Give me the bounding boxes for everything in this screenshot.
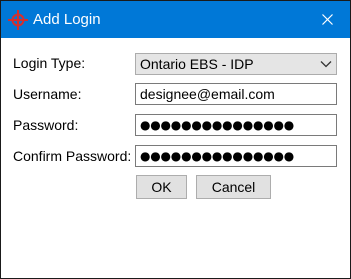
add-login-dialog: Add Login Login Type: Ontario EBS - IDP … [0, 0, 351, 279]
username-field[interactable]: designee@email.com [135, 83, 337, 105]
title-bar[interactable]: Add Login [1, 1, 350, 38]
login-type-select[interactable]: Ontario EBS - IDP [135, 53, 337, 75]
confirm-password-field[interactable]: ●●●●●●●●●●●●●●● [135, 145, 337, 167]
close-icon [321, 14, 333, 25]
password-field[interactable]: ●●●●●●●●●●●●●●● [135, 114, 337, 136]
cancel-button[interactable]: Cancel [196, 175, 271, 199]
dialog-content: Login Type: Ontario EBS - IDP Username: … [1, 38, 350, 278]
red-crosshair-icon [8, 10, 28, 30]
window-title: Add Login [33, 11, 101, 28]
login-type-value: Ontario EBS - IDP [140, 56, 254, 72]
password-label: Password: [13, 117, 79, 133]
username-label: Username: [13, 86, 82, 102]
confirm-password-label: Confirm Password: [13, 148, 132, 164]
chevron-down-icon [320, 61, 332, 68]
login-type-label: Login Type: [13, 55, 86, 71]
ok-button[interactable]: OK [136, 175, 187, 199]
close-button[interactable] [304, 1, 350, 38]
